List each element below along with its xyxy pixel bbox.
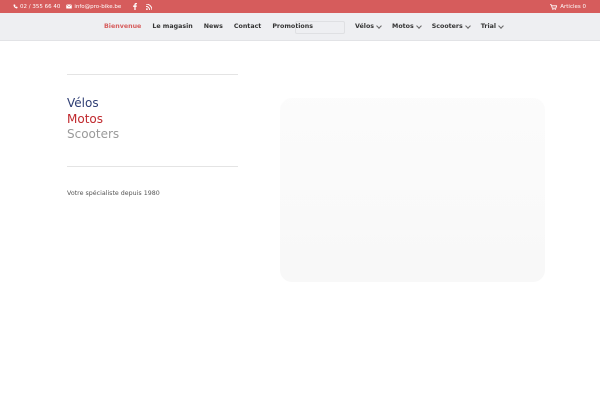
mail-icon — [66, 4, 73, 9]
nav-item-velos[interactable]: Vélos — [355, 22, 382, 30]
social-links — [133, 3, 153, 10]
nav-item-motos[interactable]: Motos — [392, 22, 422, 30]
phone-number: 02 / 355 66 40 — [20, 3, 61, 10]
nav-menu-left: Bienvenue Le magasin News Contact Promot… — [104, 13, 313, 40]
nav-item-velos-label: Vélos — [355, 23, 375, 30]
email-link[interactable]: info@pro-bike.be — [66, 4, 121, 10]
cart-icon — [550, 3, 558, 10]
phone-link[interactable]: 02 / 355 66 40 — [13, 4, 60, 10]
nav-item-bienvenue[interactable]: Bienvenue — [104, 23, 141, 30]
chevron-down-icon — [464, 22, 471, 29]
divider-bottom — [67, 166, 238, 167]
hero-line-scooters: Scooters — [67, 127, 120, 141]
nav-menu-right: Vélos Motos Scooters Trial — [355, 13, 504, 40]
cart-label: Articles 0 — [560, 3, 586, 10]
hero-line-velos: Vélos — [67, 96, 99, 110]
rss-icon[interactable] — [146, 3, 153, 10]
hero-line-motos: Motos — [67, 111, 103, 126]
nav-item-contact[interactable]: Contact — [234, 23, 261, 30]
nav-item-trial[interactable]: Trial — [480, 22, 504, 30]
chevron-down-icon — [376, 22, 382, 29]
top-bar: 02 / 355 66 40 info@pro-bike.be Articles… — [0, 0, 600, 13]
chevron-down-icon — [415, 22, 422, 29]
divider-top — [67, 74, 238, 75]
chevron-down-icon — [498, 22, 504, 29]
nav-item-trial-label: Trial — [480, 23, 497, 30]
nav-item-scooters-label: Scooters — [431, 23, 463, 30]
hero-heading: Vélos Motos Scooters — [67, 96, 119, 143]
hero-image — [280, 98, 545, 282]
phone-icon — [13, 4, 18, 9]
main-nav: Bienvenue Le magasin News Contact Promot… — [0, 13, 600, 41]
cart-link[interactable]: Articles 0 — [550, 0, 586, 13]
tagline: Votre spécialiste depuis 1980 — [67, 190, 160, 197]
nav-item-motos-label: Motos — [392, 23, 414, 30]
top-bar-contacts: 02 / 355 66 40 info@pro-bike.be — [13, 0, 153, 13]
site-logo[interactable] — [295, 21, 345, 34]
facebook-icon[interactable] — [133, 3, 138, 10]
nav-item-news[interactable]: News — [204, 23, 223, 30]
email-address: info@pro-bike.be — [74, 3, 122, 10]
nav-item-scooters[interactable]: Scooters — [431, 22, 471, 30]
nav-item-le-magasin[interactable]: Le magasin — [152, 23, 192, 30]
